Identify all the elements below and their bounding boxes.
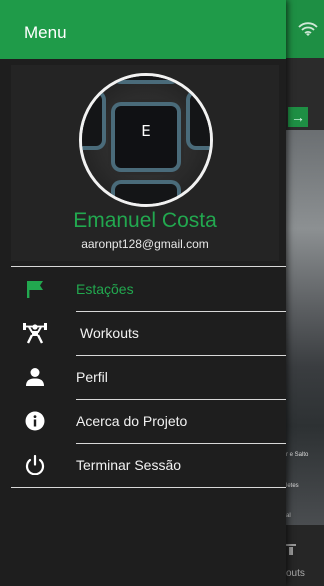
background-caption: al — [286, 513, 291, 519]
avatar-photo-part — [190, 94, 210, 146]
menu-item-label: Perfil — [76, 369, 108, 385]
avatar-photo-part — [115, 76, 177, 80]
arrow-right-icon: → — [288, 107, 308, 127]
profile-card: E Emanuel Costa aaronpt128@gmail.com — [11, 65, 279, 261]
wifi-icon — [298, 22, 318, 36]
menu-item-estacoes[interactable]: Estações — [0, 267, 286, 311]
avatar-key-letter: E — [141, 122, 151, 140]
navigation-drawer: Menu E Emanuel Costa aaronpt128@gmail.co… — [0, 0, 286, 586]
weightlifting-icon — [286, 544, 296, 555]
user-name: Emanuel Costa — [73, 209, 217, 232]
flag-icon — [27, 281, 43, 298]
menu-item-label: Acerca do Projeto — [76, 413, 188, 429]
avatar-photo-part — [115, 184, 177, 204]
menu-item-workouts[interactable]: Workouts — [0, 311, 286, 355]
menu-item-label: Estações — [76, 281, 134, 297]
weightlifting-icon — [23, 323, 47, 344]
menu-item-perfil[interactable]: Perfil — [0, 355, 286, 399]
drawer-title: Menu — [24, 23, 67, 42]
background-caption: letes — [286, 483, 299, 489]
drawer-header: Menu — [0, 0, 286, 59]
user-email: aaronpt128@gmail.com — [81, 237, 209, 251]
info-icon — [25, 411, 45, 431]
avatar[interactable]: E — [79, 73, 213, 207]
menu-item-acerca-do-projeto[interactable]: Acerca do Projeto — [0, 399, 286, 443]
background-station-photo — [284, 130, 324, 525]
avatar-keyboard-key: E — [115, 106, 177, 168]
avatar-photo-part — [82, 94, 102, 146]
menu-item-label: Terminar Sessão — [76, 457, 182, 473]
menu-divider — [11, 487, 286, 488]
menu-item-terminar-sessao[interactable]: Terminar Sessão — [0, 443, 286, 487]
background-caption: r e Salto — [286, 452, 309, 458]
power-icon — [25, 455, 45, 475]
person-icon — [26, 368, 44, 386]
background-tab-label: outs — [286, 568, 305, 579]
menu-item-label: Workouts — [80, 325, 139, 341]
